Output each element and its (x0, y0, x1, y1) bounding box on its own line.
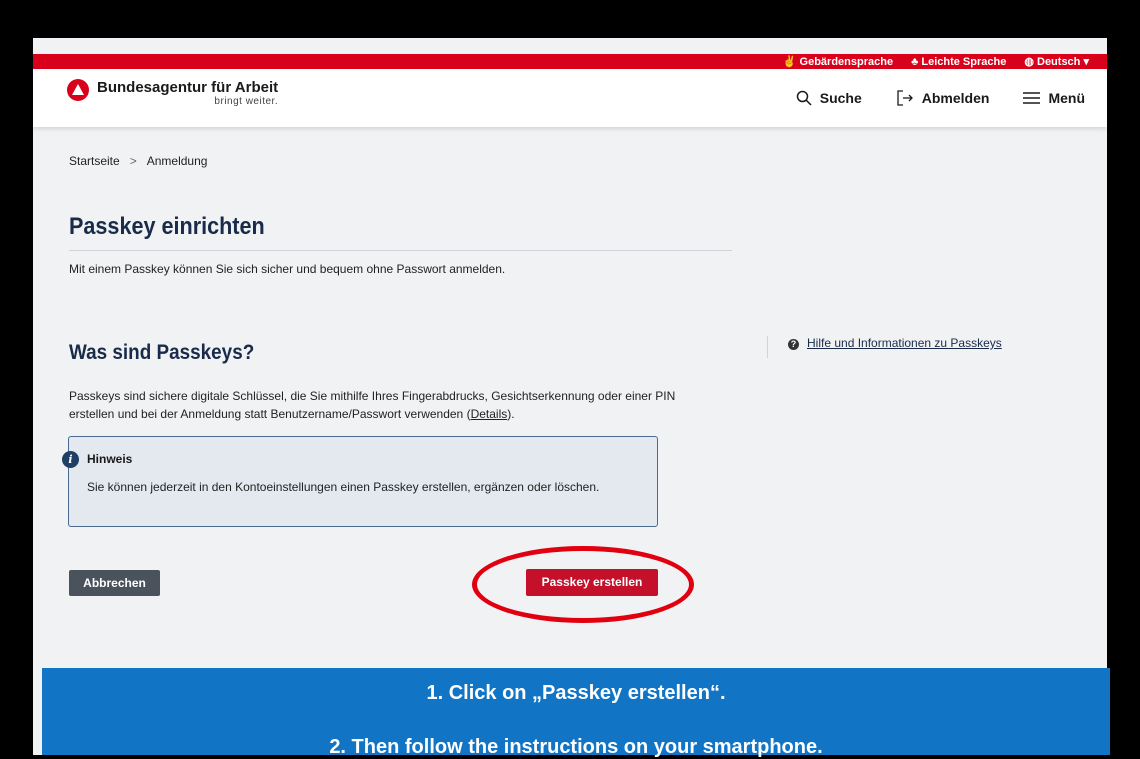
hamburger-icon (1023, 92, 1041, 104)
create-passkey-button[interactable]: Passkey erstellen (526, 569, 658, 596)
hint-text: Sie können jederzeit in den Kontoeinstel… (87, 480, 600, 494)
help-aside: ? Hilfe und Informationen zu Passkeys (767, 336, 1002, 358)
site-header: Bundesagentur für Arbeit bringt weiter. … (33, 69, 1107, 127)
breadcrumb-home[interactable]: Startseite (69, 154, 120, 168)
page-title: Passkey einrichten (69, 213, 265, 240)
breadcrumb: Startseite > Anmeldung (69, 154, 207, 168)
search-button[interactable]: Suche (796, 90, 862, 106)
language-label: Deutsch (1037, 56, 1081, 68)
section-title: Was sind Passkeys? (69, 341, 255, 364)
description-text: Passkeys sind sichere digitale Schlüssel… (69, 389, 676, 421)
instruction-banner: 1. Click on „Passkey erstellen“. 2. Then… (42, 668, 1110, 758)
language-select[interactable]: ◍ Deutsch ▾ (1024, 55, 1089, 68)
cancel-button[interactable]: Abbrechen (69, 570, 160, 596)
utility-bar: ✌ Gebärdensprache ♣ Leichte Sprache ◍ De… (33, 54, 1107, 69)
instruction-step-2: 2. Then follow the instructions on your … (329, 736, 823, 758)
intro-text: Mit einem Passkey können Sie sich sicher… (69, 262, 506, 276)
description-end: ). (507, 407, 515, 421)
sign-language-link[interactable]: ✌ Gebärdensprache (783, 55, 893, 68)
sign-language-label: Gebärdensprache (799, 56, 894, 68)
breadcrumb-separator: > (129, 154, 137, 168)
title-divider (69, 250, 732, 251)
easy-language-link[interactable]: ♣ Leichte Sprache (911, 56, 1006, 68)
hint-box: i Hinweis Sie können jederzeit in den Ko… (62, 436, 658, 527)
header-nav: Suche Abmelden Menü (796, 90, 1085, 106)
search-icon (796, 90, 812, 106)
details-link[interactable]: Details (471, 407, 508, 421)
passkey-description: Passkeys sind sichere digitale Schlüssel… (69, 387, 689, 423)
menu-label: Menü (1048, 90, 1085, 106)
hint-title: Hinweis (87, 452, 133, 466)
browser-viewport: ✌ Gebärdensprache ♣ Leichte Sprache ◍ De… (33, 38, 1107, 755)
info-icon: i (62, 451, 79, 468)
logo-name: Bundesagentur für Arbeit (97, 79, 279, 96)
instruction-step-1: 1. Click on „Passkey erstellen“. (426, 682, 726, 704)
chevron-down-icon: ▾ (1083, 56, 1089, 68)
logout-button[interactable]: Abmelden (896, 90, 990, 106)
breadcrumb-current: Anmeldung (146, 154, 208, 168)
help-link[interactable]: Hilfe und Informationen zu Passkeys (807, 336, 1002, 350)
logout-label: Abmelden (921, 90, 990, 106)
logout-icon (897, 90, 913, 106)
agency-logo-icon (67, 79, 89, 101)
search-label: Suche (819, 90, 862, 106)
menu-button[interactable]: Menü (1023, 90, 1085, 106)
logo-claim: bringt weiter. (214, 96, 279, 107)
easy-language-label: Leichte Sprache (921, 55, 1007, 68)
help-icon: ? (788, 339, 799, 350)
logo[interactable]: Bundesagentur für Arbeit bringt weiter. (67, 79, 278, 107)
